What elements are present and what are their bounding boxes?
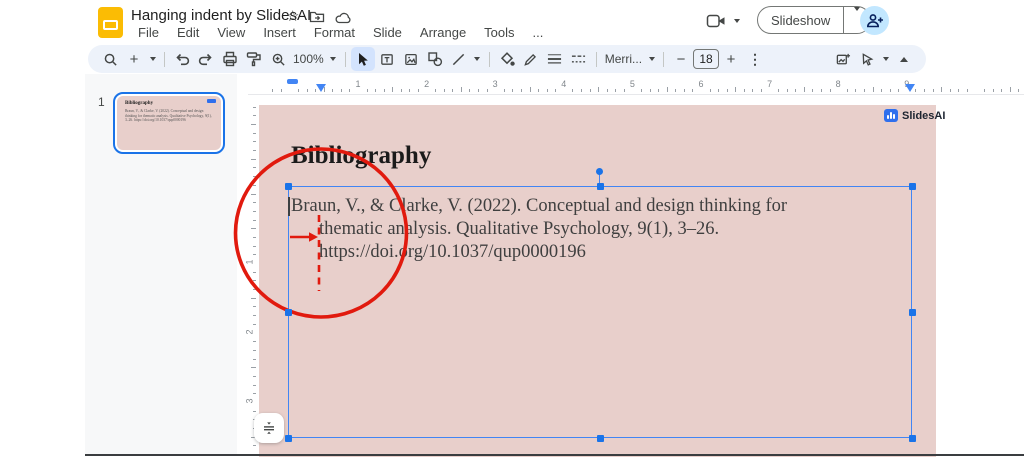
h-ruler-label: 4 (561, 79, 566, 89)
font-family-select[interactable]: Merri... (602, 52, 645, 66)
citation-text-box[interactable]: Braun, V., & Clarke, V. (2022). Conceptu… (291, 195, 851, 264)
menu-file[interactable]: File (129, 24, 168, 43)
thumbnail-slidesai-badge (207, 99, 216, 103)
autofit-icon (261, 420, 277, 436)
new-slide-button[interactable]: + (122, 47, 146, 71)
h-ruler-label: 7 (767, 79, 772, 89)
rotation-handle[interactable] (596, 168, 603, 175)
citation-line-3: https://doi.org/10.1037/qup0000196 (319, 241, 851, 264)
menu-slide[interactable]: Slide (364, 24, 411, 43)
camera-caret-down-icon[interactable] (734, 19, 740, 23)
menu-tools[interactable]: Tools (475, 24, 523, 43)
slidesai-logo-label: SlidesAI (902, 110, 945, 122)
screenshot-bottom-edge (85, 454, 1024, 456)
selection-handle[interactable] (285, 183, 292, 190)
h-ruler-label: 8 (836, 79, 841, 89)
google-slides-window: Hanging indent by SlidesAI ☆ File Edit V… (0, 0, 1024, 457)
menu-format[interactable]: Format (305, 24, 364, 43)
font-caret-down-icon[interactable] (645, 47, 658, 71)
increase-font-size-button[interactable]: + (719, 47, 743, 71)
redo-icon[interactable] (194, 47, 218, 71)
h-ruler-label: 5 (630, 79, 635, 89)
v-ruler-label: 2 (244, 329, 254, 334)
menu-bar: File Edit View Insert Format Slide Arran… (129, 24, 552, 43)
selection-handle[interactable] (597, 183, 604, 190)
v-ruler-label: 1 (244, 259, 254, 264)
toolbar-more-options-icon[interactable]: ⋮ (743, 47, 767, 71)
first-line-indent-marker[interactable] (287, 79, 298, 84)
text-box-tool-icon[interactable] (375, 47, 399, 71)
insert-image-icon[interactable] (399, 47, 423, 71)
selection-handle[interactable] (909, 309, 916, 316)
right-indent-marker[interactable] (905, 84, 915, 92)
citation-line-1: Braun, V., & Clarke, V. (2022). Conceptu… (291, 195, 851, 218)
selection-handle[interactable] (285, 309, 292, 316)
insert-shape-icon[interactable] (423, 47, 447, 71)
slide-thumbnail[interactable]: Bibliography Braun, V., & Clarke, V. (20… (113, 92, 225, 154)
slide-title[interactable]: Bibliography (291, 142, 431, 170)
h-ruler-label: 3 (493, 79, 498, 89)
border-weight-icon[interactable] (543, 47, 567, 71)
thumbnail-body-text: Braun, V., & Clarke, V. (2022). Conceptu… (125, 109, 213, 123)
insert-line-icon[interactable] (447, 47, 471, 71)
slideshow-button[interactable]: Slideshow (758, 13, 843, 28)
menu-overflow[interactable]: ... (524, 24, 553, 43)
decrease-font-size-button[interactable]: − (669, 47, 693, 71)
font-size-input[interactable]: 18 (693, 49, 719, 69)
select-tool-button[interactable] (351, 47, 375, 71)
selection-handle[interactable] (597, 435, 604, 442)
h-ruler-label: 1 (355, 79, 360, 89)
slidesai-logo-icon (884, 109, 898, 122)
ruler-divider (248, 94, 1024, 95)
person-add-icon (866, 13, 884, 28)
fill-color-icon[interactable] (495, 47, 519, 71)
cloud-saved-icon[interactable] (335, 11, 352, 24)
menu-insert[interactable]: Insert (254, 24, 305, 43)
v-ruler-label: 3 (244, 398, 254, 403)
h-ruler-label: 6 (698, 79, 703, 89)
zoom-level-value[interactable]: 100% (290, 52, 327, 66)
hide-menus-chevron-up-icon[interactable] (892, 47, 916, 71)
slideshow-split-button[interactable]: Slideshow (757, 6, 871, 34)
selection-handle[interactable] (909, 435, 916, 442)
menu-arrange[interactable]: Arrange (411, 24, 475, 43)
zoom-caret-down-icon[interactable] (327, 47, 340, 71)
thumbnail-title: Bibliography (125, 101, 153, 106)
new-slide-caret-down-icon[interactable] (146, 47, 159, 71)
move-folder-icon[interactable] (309, 10, 325, 24)
slides-app-icon[interactable] (98, 7, 123, 38)
vertical-ruler: 1 2 3 (237, 94, 258, 455)
set-background-image-icon[interactable] (831, 47, 855, 71)
share-button[interactable] (860, 6, 889, 35)
border-dash-icon[interactable] (567, 47, 591, 71)
h-ruler-label: 2 (424, 79, 429, 89)
slide-number: 1 (98, 95, 105, 109)
search-menus-icon[interactable] (98, 47, 122, 71)
document-title[interactable]: Hanging indent by SlidesAI (131, 7, 311, 24)
left-indent-marker[interactable] (316, 84, 326, 92)
zoom-in-icon[interactable] (266, 47, 290, 71)
cursor-arrow-icon (356, 52, 370, 67)
text-cursor (288, 197, 290, 216)
toolbar: + 100% (88, 45, 926, 73)
menu-view[interactable]: View (208, 24, 254, 43)
join-call-camera-icon[interactable] (706, 13, 727, 29)
border-color-icon[interactable] (519, 47, 543, 71)
paint-format-icon[interactable] (242, 47, 266, 71)
selection-handle[interactable] (285, 435, 292, 442)
print-icon[interactable] (218, 47, 242, 71)
text-autofit-button[interactable] (254, 413, 284, 443)
slidesai-watermark: SlidesAI (884, 109, 945, 122)
laser-pointer-icon[interactable] (855, 47, 879, 71)
line-caret-down-icon[interactable] (471, 47, 484, 71)
selection-handle[interactable] (909, 183, 916, 190)
menu-edit[interactable]: Edit (168, 24, 208, 43)
citation-line-2: thematic analysis. Qualitative Psycholog… (319, 218, 851, 241)
undo-icon[interactable] (170, 47, 194, 71)
pointer-caret-down-icon[interactable] (879, 47, 892, 71)
